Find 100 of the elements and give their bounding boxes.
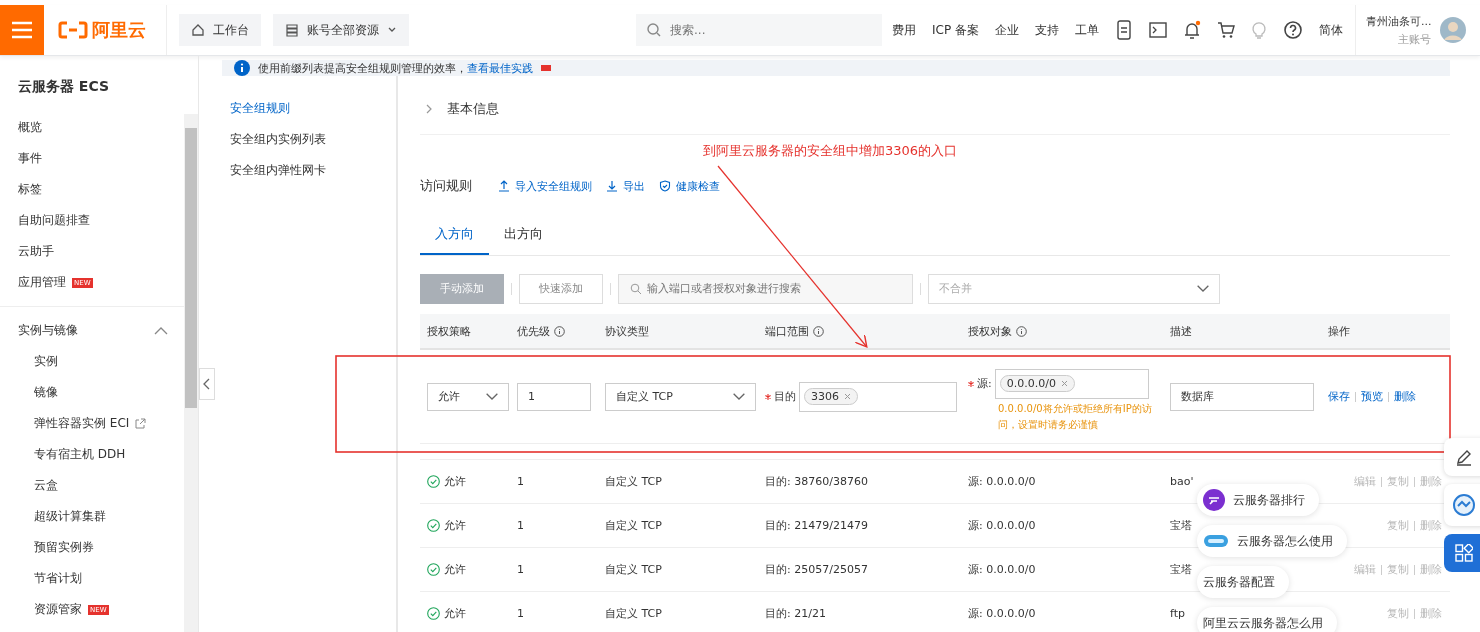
column-header: 授权对象 (968, 323, 1012, 339)
chevron-icon[interactable] (154, 325, 168, 336)
top-nav-link[interactable]: 支持 (1034, 21, 1059, 39)
column-header: 描述 (1170, 323, 1192, 339)
cloud-badge-icon (1203, 489, 1225, 511)
port-input[interactable]: 3306 (799, 381, 957, 412)
chevron-down-icon (486, 393, 498, 400)
terminal-icon[interactable] (1148, 22, 1167, 38)
sidebar-item[interactable]: 标签 (18, 181, 42, 198)
phone-icon[interactable] (1114, 20, 1133, 40)
annotation-text: 到阿里云服务器的安全组中增加3306的入口 (703, 142, 958, 160)
direction-tab[interactable]: 出方向 (489, 215, 558, 255)
warning-text: 0.0.0.0/0将允许或拒绝所有IP的访问，设置时请务必谨慎 (998, 401, 1153, 432)
table-cell: 宝塔 (1170, 518, 1192, 533)
suggestion-chip[interactable]: 云服务器排行 (1197, 484, 1319, 516)
sub-nav-item[interactable]: 安全组规则 (222, 100, 396, 131)
close-icon[interactable] (844, 393, 851, 400)
table-cell: 1 (517, 607, 524, 620)
assistant-float-button[interactable] (1444, 484, 1480, 526)
sub-nav-item[interactable]: 安全组内实例列表 (222, 131, 396, 162)
row-action-link[interactable]: 保存 (1328, 389, 1350, 404)
table-cell: bao' (1170, 475, 1194, 488)
info-icon (813, 325, 824, 337)
top-nav-link[interactable]: 工单 (1074, 21, 1099, 39)
direction-tab[interactable]: 入方向 (420, 215, 489, 255)
sidebar-item[interactable]: 自助问题排查 (18, 212, 90, 229)
close-icon[interactable] (1060, 380, 1068, 387)
description-input[interactable]: 数据库 (1170, 382, 1314, 411)
table-cell: 宝塔 (1170, 562, 1192, 577)
sidebar-item[interactable]: 事件 (18, 150, 42, 167)
table-cell: 自定义 TCP (605, 474, 662, 489)
avatar-icon[interactable] (1439, 16, 1468, 44)
bell-icon[interactable] (1182, 20, 1201, 40)
menu-icon (11, 21, 33, 39)
sidebar-item[interactable]: 镜像 (34, 384, 58, 401)
table-cell: 目的: 21479/21479 (765, 518, 868, 533)
protocol-dropdown[interactable]: 自定义 TCP (605, 382, 756, 411)
column-header: 授权策略 (427, 323, 471, 339)
sub-nav-item[interactable]: 安全组内弹性网卡 (222, 162, 396, 193)
rule-action-link[interactable]: 导出 (606, 178, 645, 194)
rule-action-link[interactable]: 导入安全组规则 (498, 178, 592, 194)
home-icon (191, 23, 205, 37)
suggestion-chip[interactable]: 云服务器配置 (1197, 566, 1289, 598)
policy-dropdown[interactable]: 允许 (427, 382, 509, 411)
top-nav-link[interactable]: ICP 备案 (932, 21, 979, 39)
rule-action-link[interactable]: 健康检查 (659, 178, 720, 194)
sidebar-item[interactable]: 云助手 (18, 243, 54, 260)
search-icon (630, 282, 642, 295)
quick-add-button[interactable]: 快速添加 (519, 273, 603, 304)
top-nav-link[interactable]: 费用 (892, 21, 916, 39)
check-circle-icon (427, 475, 440, 488)
suggestion-chip[interactable]: 阿里云云服务器怎么用 (1197, 607, 1337, 632)
chevron-down-icon (733, 393, 745, 400)
suggestion-chip[interactable]: 云服务器怎么使用 (1197, 525, 1347, 557)
priority-input[interactable]: 1 (517, 382, 591, 411)
source-input[interactable]: 0.0.0.0/0 (994, 368, 1149, 399)
lightbulb-icon[interactable] (1250, 20, 1267, 40)
sidebar-item[interactable]: 资源管家 (34, 601, 82, 618)
check-circle-icon (427, 519, 440, 532)
scrollbar[interactable] (184, 114, 198, 632)
collapse-button[interactable] (199, 368, 215, 400)
cart-icon[interactable] (1216, 21, 1235, 39)
sidebar-group-header[interactable]: 实例与镜像 (18, 322, 78, 339)
sidebar-item[interactable]: 概览 (18, 119, 42, 136)
resources-dropdown[interactable]: 账号全部资源 (273, 14, 409, 46)
table-cell: 目的: 25057/25057 (765, 562, 868, 577)
chevron-right-icon[interactable] (425, 104, 433, 114)
row-action-link[interactable]: 删除 (1394, 389, 1416, 404)
sidebar-item[interactable]: 应用管理 (18, 274, 66, 291)
menu-button[interactable] (0, 5, 44, 55)
sidebar-item[interactable]: 超级计算集群 (34, 508, 106, 525)
sidebar-item[interactable]: 节省计划 (34, 570, 82, 587)
account-name[interactable]: 青州油条可... (1365, 13, 1432, 29)
table-cell: 允许 (444, 562, 466, 577)
search-field[interactable]: 搜索... (636, 14, 882, 46)
sidebar-item[interactable]: 弹性容器实例 ECI (34, 415, 130, 432)
sidebar-item[interactable]: 实例 (34, 353, 58, 370)
row-action-link[interactable]: 预览 (1361, 389, 1383, 404)
download-icon (606, 180, 618, 192)
help-icon[interactable] (1282, 20, 1303, 40)
column-header: 操作 (1328, 323, 1350, 339)
logo-icon (58, 21, 88, 39)
language-link[interactable]: 简体 (1318, 21, 1343, 39)
workbench-button[interactable]: 工作台 (179, 14, 261, 46)
field-label: 源: (977, 376, 992, 391)
rule-search-field[interactable]: 输入端口或者授权对象进行搜索 (618, 273, 913, 304)
port-tag[interactable]: 3306 (804, 388, 858, 405)
section-header[interactable]: 基本信息 (447, 100, 499, 118)
apps-float-button[interactable] (1444, 534, 1480, 572)
table-cell: 允许 (444, 518, 466, 533)
sidebar-item[interactable]: 专有宿主机 DDH (34, 446, 126, 463)
required-mark-icon (968, 380, 974, 387)
best-practice-link[interactable]: 查看最佳实践 (467, 60, 533, 76)
info-icon (554, 325, 565, 337)
list-icon (285, 23, 299, 37)
edit-float-button[interactable] (1444, 438, 1480, 476)
sidebar-item[interactable]: 预留实例券 (34, 539, 94, 556)
source-tag[interactable]: 0.0.0.0/0 (999, 375, 1075, 392)
sidebar-item[interactable]: 云盒 (34, 477, 58, 494)
top-nav-link[interactable]: 企业 (994, 21, 1019, 39)
